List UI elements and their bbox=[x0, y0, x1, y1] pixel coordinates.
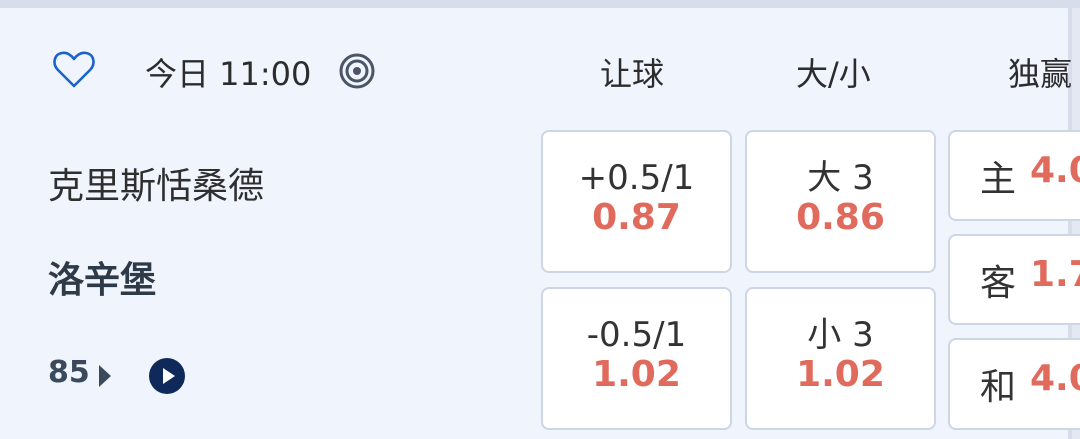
odds-button-moneyline-home[interactable]: 主 4.0 bbox=[948, 130, 1080, 221]
odds-label: 小 3 bbox=[807, 315, 874, 355]
target-icon[interactable] bbox=[338, 52, 376, 90]
odds-price: 4.0 bbox=[1030, 150, 1080, 191]
column-header-handicap: 让球 bbox=[600, 55, 665, 93]
odds-price: 1.02 bbox=[796, 354, 885, 395]
odds-label: -0.5/1 bbox=[586, 315, 687, 355]
play-icon[interactable] bbox=[148, 357, 186, 395]
odds-button-handicap-away[interactable]: -0.5/1 1.02 bbox=[541, 287, 732, 430]
away-team: 洛辛堡 bbox=[48, 260, 157, 301]
home-team: 克里斯恬桑德 bbox=[48, 166, 265, 207]
heart-icon[interactable] bbox=[50, 45, 98, 93]
odds-price: 1.7 bbox=[1030, 254, 1080, 295]
caret-right-icon bbox=[99, 365, 111, 387]
odds-button-handicap-home[interactable]: +0.5/1 0.87 bbox=[541, 130, 732, 273]
odds-label: 主 bbox=[980, 159, 1017, 200]
odds-button-moneyline-away[interactable]: 客 1.7 bbox=[948, 234, 1080, 325]
odds-price: 1.02 bbox=[592, 354, 681, 395]
odds-price: 0.87 bbox=[592, 197, 681, 238]
odds-label: +0.5/1 bbox=[578, 158, 695, 198]
column-header-totals: 大/小 bbox=[796, 55, 871, 93]
odds-price: 0.86 bbox=[796, 197, 885, 238]
odds-button-over[interactable]: 大 3 0.86 bbox=[745, 130, 936, 273]
match-minute: 85 bbox=[48, 355, 90, 390]
odds-price: 4.0 bbox=[1030, 358, 1080, 399]
odds-label: 客 bbox=[980, 263, 1017, 304]
column-header-moneyline: 独赢 bbox=[1008, 55, 1073, 93]
odds-button-moneyline-draw[interactable]: 和 4.0 bbox=[948, 338, 1080, 430]
odds-label: 和 bbox=[980, 367, 1017, 408]
match-time: 今日 11:00 bbox=[145, 55, 312, 93]
odds-label: 大 3 bbox=[807, 158, 874, 198]
odds-button-under[interactable]: 小 3 1.02 bbox=[745, 287, 936, 430]
top-divider bbox=[0, 0, 1080, 8]
